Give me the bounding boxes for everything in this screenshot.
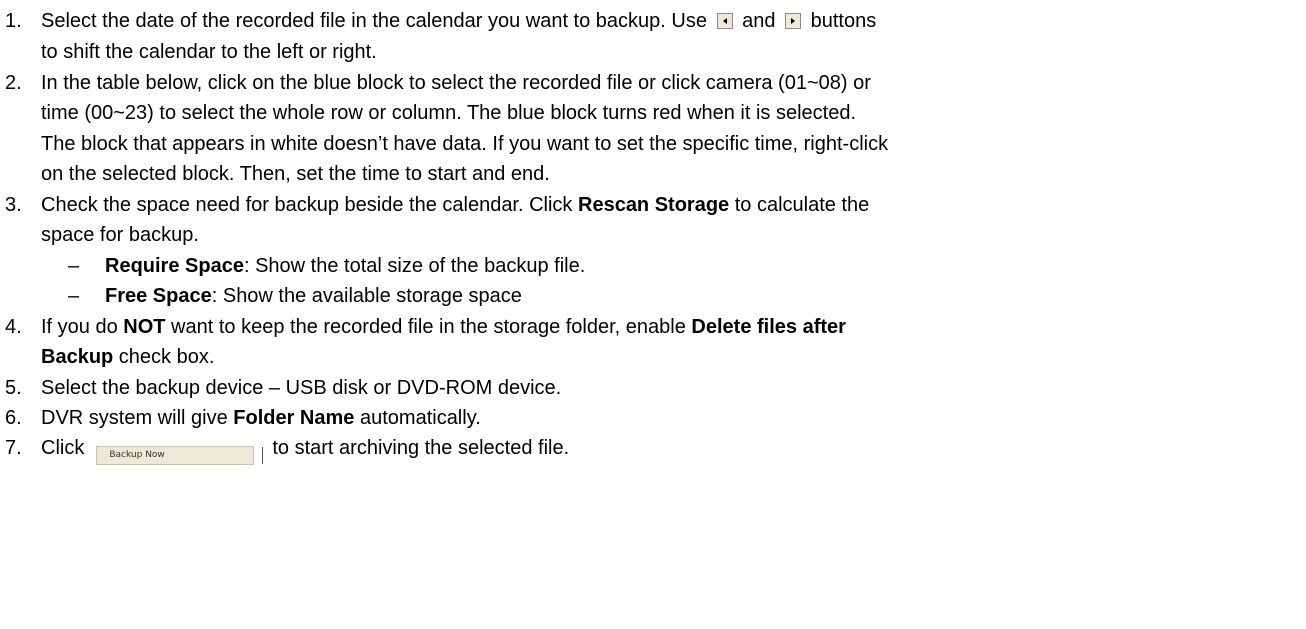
not-emphasis: NOT [123, 316, 166, 338]
step-text: If you do [41, 316, 124, 338]
folder-name-label: Folder Name [233, 407, 355, 429]
step-text: Check the space need for backup beside t… [41, 194, 578, 216]
rescan-storage-label: Rescan Storage [578, 194, 730, 216]
step-text: to shift the calendar to the left or rig… [41, 41, 377, 63]
button-divider [262, 447, 264, 464]
step-text: to start archiving the selected file. [272, 437, 570, 459]
backup-now-label: Backup Now [109, 450, 165, 460]
step-text: and [742, 10, 776, 32]
step-text: buttons [810, 10, 877, 32]
step-text: to calculate the [729, 194, 870, 216]
step-text: Select the date of the recorded file in … [41, 10, 707, 32]
step-number: 5. [5, 377, 22, 399]
step-text: want to keep the recorded file in the st… [165, 316, 692, 338]
backup-now-button[interactable]: Backup Now [96, 446, 264, 465]
step-text: DVR system will give [41, 407, 234, 429]
step-number: 2. [5, 72, 22, 94]
right-arrow-icon [785, 13, 802, 29]
step-text: time (00~23) to select the whole row or … [41, 102, 857, 124]
step-text: Click [41, 437, 85, 459]
step-number: 4. [5, 316, 22, 338]
step-number: 3. [5, 194, 22, 216]
require-space-label: Require Space [105, 255, 244, 277]
step-text: automatically. [354, 407, 481, 429]
step-text: space for backup. [41, 224, 199, 246]
delete-files-label: Delete files after [691, 316, 846, 338]
left-arrow-icon [716, 13, 733, 29]
step-number: 1. [5, 10, 22, 32]
step-text: check box. [113, 346, 215, 368]
step-text: The block that appears in white doesn’t … [41, 133, 889, 155]
bullet-dash: – [68, 285, 80, 307]
step-number: 7. [5, 437, 22, 459]
bullet-text: : Show the total size of the backup file… [243, 255, 586, 277]
document-page: 1. Select the date of the recorded file … [0, 0, 1306, 629]
step-text: Select the backup device – USB disk or D… [41, 377, 562, 399]
step-text: In the table below, click on the blue bl… [41, 72, 871, 94]
backup-label: Backup [41, 346, 114, 368]
step-number: 6. [5, 407, 22, 429]
bullet-text: : Show the available storage space [211, 285, 522, 307]
bullet-dash: – [68, 255, 80, 277]
step-text: on the selected block. Then, set the tim… [41, 163, 550, 185]
free-space-label: Free Space [105, 285, 212, 307]
